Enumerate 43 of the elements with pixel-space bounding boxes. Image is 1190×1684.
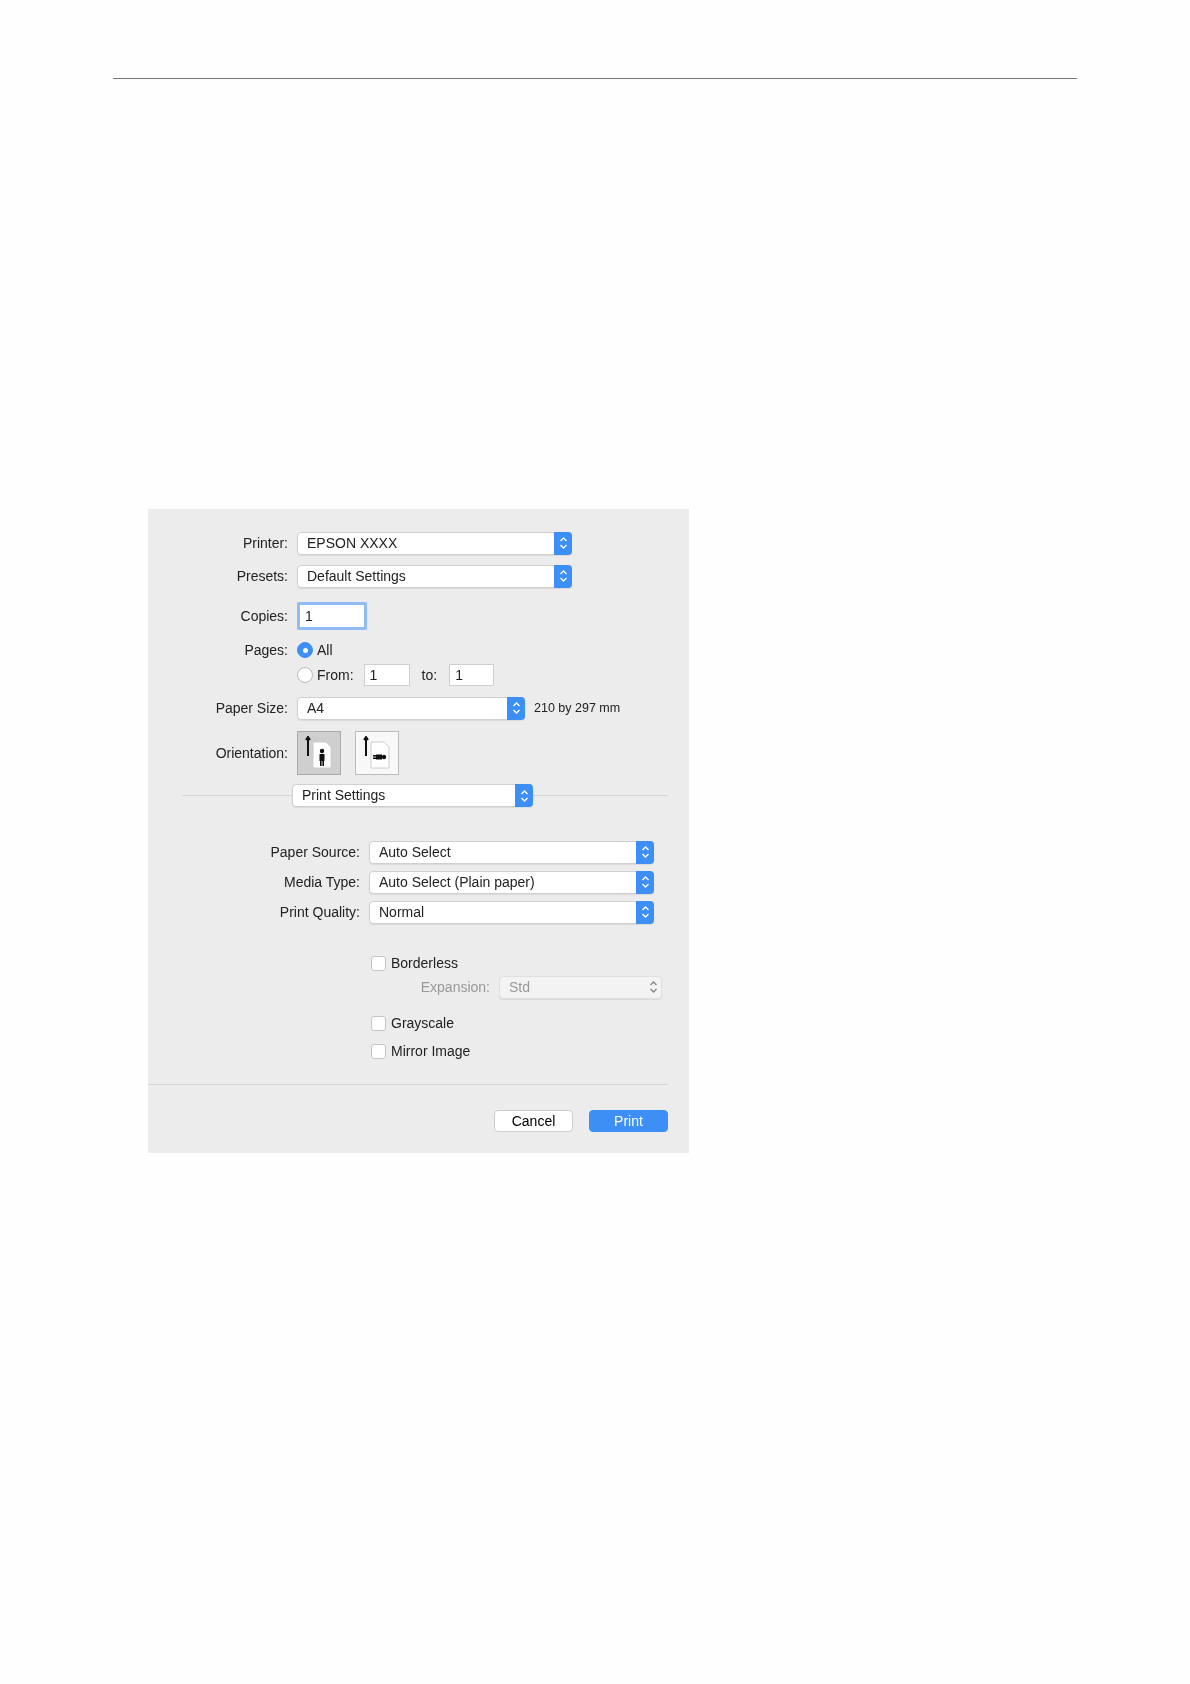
stepper-icon <box>511 701 521 715</box>
radio-button[interactable] <box>297 667 313 683</box>
checkbox[interactable] <box>371 1043 386 1059</box>
to-label: to: <box>421 665 438 685</box>
dialog-button[interactable]: Cancel <box>494 1109 573 1132</box>
settings-dropdown[interactable]: Auto Select <box>369 840 654 864</box>
checkbox[interactable] <box>371 955 386 971</box>
stepper-icon <box>648 980 658 994</box>
checkbox-label: Grayscale <box>391 1013 455 1033</box>
expansion-label: Expansion: <box>419 977 490 997</box>
field-label: Print Quality: <box>278 902 360 922</box>
stepper-icon <box>519 788 529 803</box>
checkbox-label: Mirror Image <box>391 1041 471 1061</box>
stepper-icon <box>640 905 650 919</box>
printer-dropdown[interactable]: EPSON XXXX <box>297 531 572 555</box>
presets-dropdown[interactable]: Default Settings <box>297 564 572 588</box>
checkbox[interactable] <box>371 1015 386 1031</box>
field-label: Media Type: <box>283 872 360 892</box>
field-label: Presets: <box>235 566 288 586</box>
field-label: Orientation: <box>214 743 288 763</box>
field-label: Printer: <box>241 533 288 553</box>
paper-dimensions: 210 by 297 mm <box>534 699 621 717</box>
radio-button[interactable] <box>297 642 313 658</box>
field-label: Copies: <box>239 606 288 626</box>
stepper-icon <box>640 875 650 889</box>
to-field[interactable]: 1 <box>449 664 495 686</box>
field-label: Pages: <box>243 640 288 660</box>
checkbox-label: Borderless <box>391 953 458 973</box>
stepper-icon <box>640 845 650 859</box>
portrait-orientation-button[interactable] <box>297 731 341 775</box>
radio-label: From: <box>317 665 354 685</box>
settings-dropdown[interactable]: Auto Select (Plain paper) <box>369 870 654 894</box>
settings-dropdown[interactable]: Normal <box>369 900 654 924</box>
radio-label: All <box>317 640 333 660</box>
from-field[interactable]: 1 <box>363 664 410 686</box>
landscape-orientation-button[interactable] <box>355 731 399 775</box>
panel-dropdown[interactable]: Print Settings <box>292 784 533 807</box>
stepper-icon <box>558 536 568 550</box>
copies-field[interactable]: 1 <box>297 602 367 630</box>
paper-size-dropdown[interactable]: A4 <box>297 696 525 720</box>
field-label: Paper Size: <box>214 698 288 718</box>
field-label: Paper Source: <box>269 842 360 862</box>
stepper-icon <box>558 569 568 583</box>
